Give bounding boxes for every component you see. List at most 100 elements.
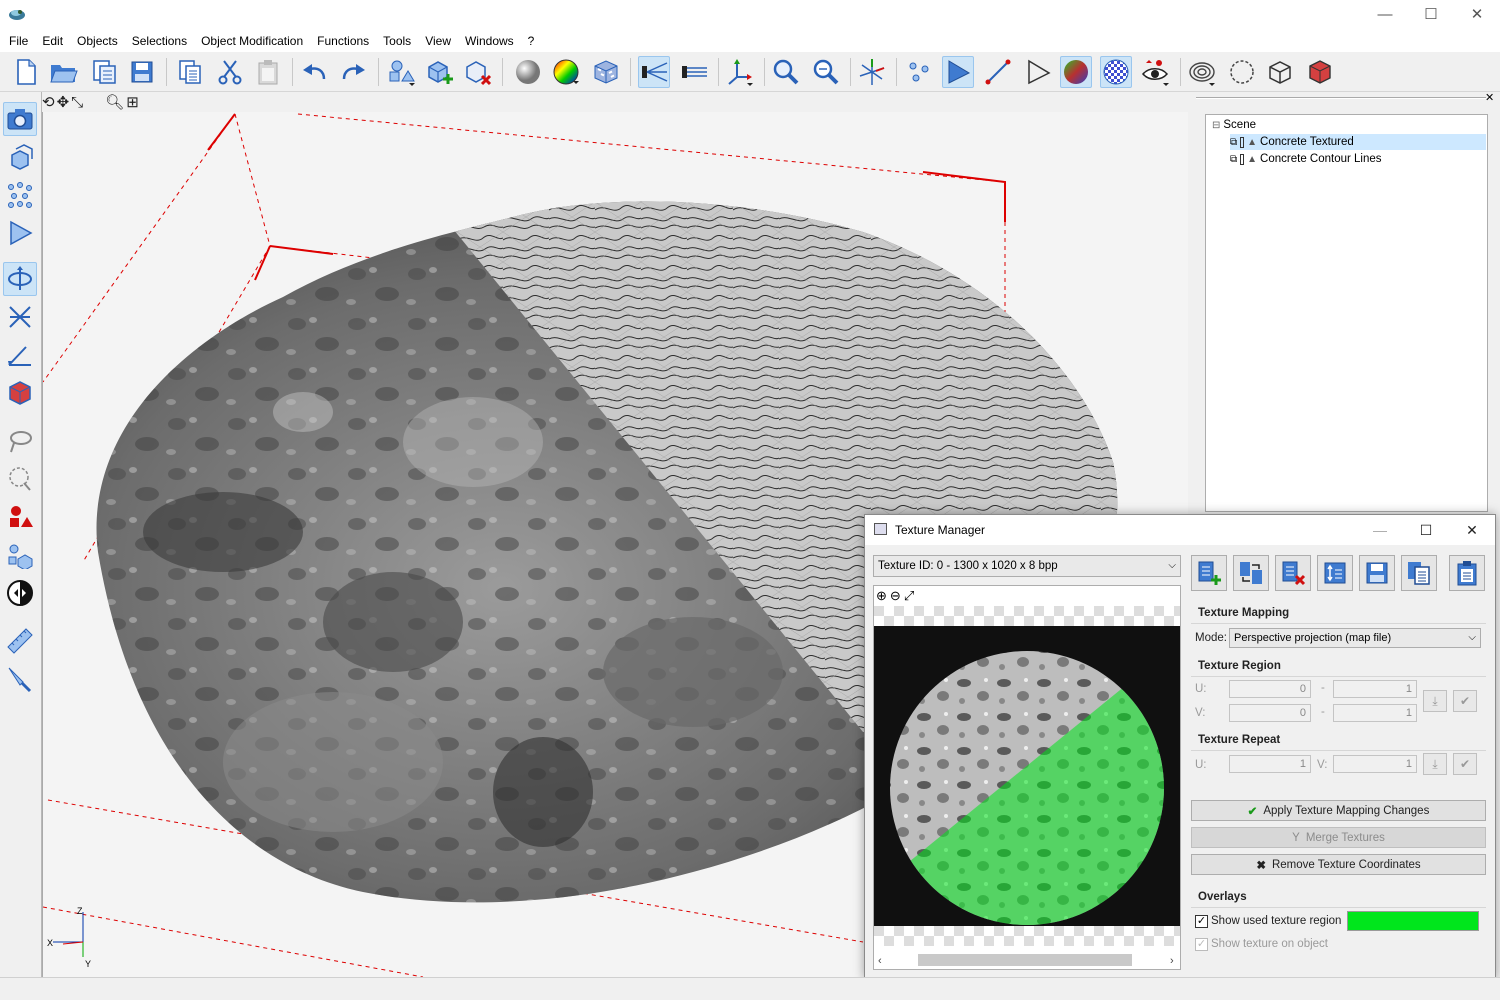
menu-view[interactable]: View <box>418 30 458 52</box>
tm-minimize-button[interactable]: — <box>1357 515 1403 545</box>
texture-mode-button[interactable] <box>590 56 622 88</box>
vertex-color-button[interactable] <box>1060 56 1092 88</box>
copy-button[interactable] <box>174 56 206 88</box>
tm-close-button[interactable]: ✕ <box>1449 515 1495 545</box>
zoom-mode-icon[interactable]: ⤡ <box>71 94 83 111</box>
perspective-view-button[interactable] <box>678 56 710 88</box>
points-tool[interactable] <box>3 178 37 212</box>
contour-button[interactable] <box>1186 56 1218 88</box>
menu-tools[interactable]: Tools <box>376 30 418 52</box>
texture-manager-titlebar[interactable]: Texture Manager — ☐ ✕ <box>865 515 1495 545</box>
cut-button[interactable] <box>214 56 246 88</box>
texture-preview[interactable]: ⊕ ⊖ ⤢ ‹ › <box>873 585 1181 970</box>
rotate-tool[interactable] <box>3 262 37 296</box>
line-display-button[interactable] <box>982 56 1014 88</box>
invert-selection-tool[interactable] <box>3 576 37 610</box>
bounding-sphere-button[interactable] <box>1226 56 1258 88</box>
center-view-button[interactable] <box>856 56 888 88</box>
bounding-tool[interactable] <box>3 376 37 410</box>
new-file-button[interactable] <box>10 56 42 88</box>
region-u-from-field[interactable]: 0 <box>1229 680 1311 698</box>
visibility-box-icon[interactable] <box>1240 153 1245 165</box>
color-select-tool[interactable] <box>3 500 37 534</box>
redo-button[interactable] <box>338 56 370 88</box>
red-box-button[interactable] <box>1304 56 1336 88</box>
zoom-in-button[interactable] <box>770 56 802 88</box>
solid-display-button[interactable] <box>942 56 974 88</box>
menu-functions[interactable]: Functions <box>310 30 376 52</box>
paste-button[interactable] <box>252 56 284 88</box>
region-v-from-field[interactable]: 0 <box>1229 704 1311 722</box>
region-reset-button[interactable]: ⤓ <box>1423 690 1447 712</box>
polygon-select-tool[interactable] <box>3 462 37 496</box>
visibility-button[interactable] <box>1140 56 1172 88</box>
maximize-button[interactable]: ☐ <box>1408 0 1454 30</box>
zoom-fit-button[interactable] <box>810 56 842 88</box>
orthographic-view-button[interactable] <box>638 56 670 88</box>
copy-texture-button[interactable] <box>1401 555 1437 591</box>
cut-plane-tool[interactable] <box>3 662 37 696</box>
ruler-tool[interactable] <box>3 624 37 658</box>
menu-objects[interactable]: Objects <box>70 30 125 52</box>
region-color-swatch[interactable] <box>1347 911 1479 931</box>
import-button[interactable] <box>88 56 120 88</box>
bounding-box-button[interactable] <box>1264 56 1296 88</box>
wireframe-display-button[interactable] <box>1022 56 1054 88</box>
apply-texture-mapping-button[interactable]: ✔ Apply Texture Mapping Changes <box>1191 800 1486 821</box>
zoom-in-icon[interactable]: ⊕ <box>876 588 887 604</box>
tree-root-scene[interactable]: ⊟ Scene <box>1212 117 1256 133</box>
region-u-to-field[interactable]: 1 <box>1333 680 1417 698</box>
show-texture-on-object-checkbox[interactable]: ✓ <box>1195 938 1208 951</box>
remove-texture-coordinates-button[interactable]: ✖ Remove Texture Coordinates <box>1191 854 1486 875</box>
texture-image[interactable]: ‹ › <box>874 606 1180 970</box>
tm-maximize-button[interactable]: ☐ <box>1403 515 1449 545</box>
object-select-tool[interactable] <box>3 538 37 572</box>
menu-help[interactable]: ? <box>521 30 542 52</box>
delete-texture-button[interactable] <box>1275 555 1311 591</box>
repeat-reset-button[interactable]: ⤓ <box>1423 753 1447 775</box>
merge-textures-button[interactable]: Y Merge Textures <box>1191 827 1486 848</box>
camera-tool[interactable] <box>3 102 37 136</box>
add-texture-button[interactable] <box>1191 555 1227 591</box>
close-button[interactable]: ✕ <box>1454 0 1500 30</box>
resize-texture-button[interactable] <box>1317 555 1353 591</box>
menu-selections[interactable]: Selections <box>125 30 194 52</box>
repeat-v-field[interactable]: 1 <box>1333 755 1417 773</box>
point-display-button[interactable] <box>904 56 936 88</box>
objects-tool[interactable] <box>3 140 37 174</box>
menu-windows[interactable]: Windows <box>458 30 521 52</box>
triangles-tool[interactable] <box>3 216 37 250</box>
region-v-to-field[interactable]: 1 <box>1333 704 1417 722</box>
preview-scrollbar-thumb[interactable] <box>918 954 1132 966</box>
undo-button[interactable] <box>298 56 330 88</box>
menu-edit[interactable]: Edit <box>35 30 70 52</box>
fit-view-icon[interactable]: ⤢ <box>904 588 914 604</box>
scene-tree[interactable]: ⊟ Scene ⧉ ▲ Concrete Textured ⧉ ▲ Concre… <box>1205 114 1488 512</box>
paste-texture-button[interactable] <box>1449 555 1485 591</box>
grid-view-icon[interactable]: ⊞ <box>126 93 139 111</box>
save-texture-button[interactable] <box>1359 555 1395 591</box>
add-object-button[interactable] <box>424 56 456 88</box>
tree-item-concrete-contour-lines[interactable]: ⧉ ▲ Concrete Contour Lines <box>1230 151 1382 167</box>
repeat-u-field[interactable]: 1 <box>1229 755 1311 773</box>
open-folder-button[interactable] <box>48 56 80 88</box>
visibility-box-icon[interactable] <box>1240 136 1245 148</box>
swap-texture-button[interactable] <box>1233 555 1269 591</box>
show-used-region-checkbox[interactable]: ✓ <box>1195 915 1208 928</box>
repeat-apply-button[interactable]: ✔ <box>1453 753 1477 775</box>
mapping-mode-select[interactable]: Perspective projection (map file) ⌵ <box>1229 628 1481 648</box>
delete-object-button[interactable] <box>462 56 494 88</box>
coordinate-system-button[interactable] <box>724 56 756 88</box>
region-apply-button[interactable]: ✔ <box>1453 690 1477 712</box>
minimize-button[interactable]: — <box>1362 0 1408 30</box>
shading-button[interactable] <box>512 56 544 88</box>
panel-close-icon[interactable]: ✕ <box>1485 91 1494 104</box>
scale-tool[interactable] <box>3 300 37 334</box>
move-mode-icon[interactable]: ✥ <box>57 93 70 111</box>
texture-display-button[interactable] <box>1100 56 1132 88</box>
menu-file[interactable]: File <box>2 30 35 52</box>
save-button[interactable] <box>126 56 158 88</box>
measure-angle-tool[interactable] <box>3 338 37 372</box>
texture-id-select[interactable]: Texture ID: 0 - 1300 x 1020 x 8 bpp ⌵ <box>873 555 1181 577</box>
zoom-out-icon[interactable]: ⊖ <box>890 588 901 604</box>
